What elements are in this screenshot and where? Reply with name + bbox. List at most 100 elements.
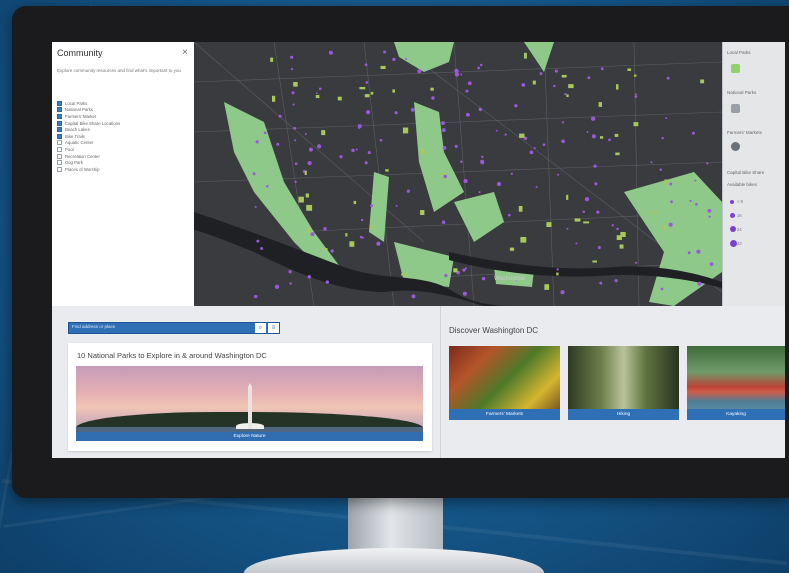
poi-dot	[288, 270, 292, 274]
local-park-patch	[583, 221, 590, 224]
poi-dot	[260, 247, 264, 250]
legend-sub-label: Available bikes	[727, 182, 757, 187]
layer-checkbox[interactable]	[57, 100, 62, 106]
layer-checkbox[interactable]	[57, 140, 62, 146]
poi-dot	[696, 249, 701, 254]
poi-dot	[480, 161, 485, 165]
local-park-patch	[345, 233, 348, 237]
close-icon[interactable]: ×	[182, 47, 188, 58]
search-input[interactable]: Find address or place	[72, 324, 115, 329]
poi-dot	[444, 273, 448, 278]
local-park-patch	[544, 284, 550, 290]
layer-checkbox[interactable]	[57, 133, 62, 139]
local-park-patch	[272, 95, 276, 102]
layer-checkbox[interactable]	[57, 166, 62, 172]
map-canvas[interactable]: Washington	[194, 42, 722, 306]
poi-dot	[410, 108, 415, 112]
discover-tile-markets[interactable]: Farmers' Markets	[449, 346, 560, 420]
local-park-patch	[519, 133, 525, 138]
layer-checkbox[interactable]	[57, 113, 62, 119]
layer-checkbox[interactable]	[57, 153, 62, 159]
search-bar[interactable]: Find address or place ⌕ ≡	[68, 322, 280, 334]
layer-toggle-row[interactable]: Aquatic Center	[57, 140, 120, 147]
article-title[interactable]: 10 National Parks to Explore in & around…	[77, 351, 267, 360]
poi-dot	[383, 50, 387, 54]
layer-toggle-row[interactable]: Dog Park	[57, 159, 120, 166]
local-park-patch	[369, 225, 375, 229]
layer-toggle-row[interactable]: National Parks	[57, 107, 120, 114]
local-park-patch	[546, 222, 552, 227]
layer-toggle-row[interactable]: Recreation Center	[57, 153, 120, 160]
legend-dot-label: 24	[737, 227, 742, 232]
poi-dot	[460, 73, 463, 76]
local-park-patch	[524, 52, 527, 59]
layer-toggle-row[interactable]: Local Parks	[57, 100, 120, 107]
poi-dot	[330, 249, 334, 253]
app-screen: Community × Explore community resources …	[52, 42, 785, 458]
monitor-stand-base	[244, 548, 544, 573]
layer-toggle-row[interactable]: Farmers' Market	[57, 113, 120, 120]
layer-toggle-row[interactable]: Pool	[57, 146, 120, 153]
local-park-patch	[619, 244, 624, 249]
photo-caption: Explore Nature	[76, 432, 423, 441]
layer-checkbox[interactable]	[57, 120, 62, 126]
poi-dot	[582, 210, 586, 214]
poi-dot	[556, 173, 560, 176]
poi-dot	[591, 134, 597, 139]
poi-dot	[535, 186, 538, 189]
local-park-patch	[598, 102, 602, 107]
search-icon[interactable]: ⌕	[255, 323, 266, 333]
local-park-patch	[304, 170, 307, 175]
discover-tile-kayaking[interactable]: Kayaking	[687, 346, 785, 420]
layer-toggle-row[interactable]: Beach Lakes	[57, 126, 120, 133]
panel-description: Explore community resources and find wha…	[57, 68, 181, 73]
poi-dot	[370, 204, 373, 208]
layer-label: Beach Lakes	[65, 127, 90, 133]
map-view[interactable]: Washington	[194, 42, 722, 306]
local-park-patch	[633, 122, 639, 127]
poi-dot	[599, 281, 603, 285]
poi-dot	[694, 179, 697, 182]
legend-item-label: National Parks	[727, 90, 757, 95]
poi-dot	[660, 287, 664, 291]
layer-checkbox[interactable]	[57, 127, 62, 133]
poi-dot	[323, 226, 327, 231]
poi-dot	[376, 241, 381, 246]
street-line	[543, 42, 555, 306]
poi-dot	[608, 138, 611, 142]
poi-dot	[454, 144, 458, 148]
layer-toggle-row[interactable]: Places of Worship	[57, 166, 120, 173]
local-park-patch	[568, 84, 574, 89]
layer-checkbox[interactable]	[57, 146, 62, 152]
article-photo[interactable]: Explore Nature	[76, 366, 423, 441]
layer-checkbox[interactable]	[57, 160, 62, 166]
discover-tile-hiking[interactable]: Hiking	[568, 346, 679, 420]
poi-dot	[596, 210, 600, 214]
menu-icon[interactable]: ≡	[268, 323, 279, 333]
poi-dot	[665, 117, 668, 120]
layer-toggle-row[interactable]: Capital Bike Share Locations	[57, 120, 120, 127]
poi-dot	[566, 227, 569, 230]
layer-toggle-row[interactable]: Bike Trails	[57, 133, 120, 140]
poi-dot	[496, 181, 502, 187]
local-park-patch	[305, 193, 309, 198]
local-park-patch	[453, 268, 458, 273]
layer-checkbox[interactable]	[57, 107, 62, 113]
poi-dot	[510, 172, 513, 175]
local-park-patch	[700, 79, 705, 84]
layer-label: Recreation Center	[65, 153, 100, 159]
poi-dot	[478, 191, 481, 194]
poi-dot	[293, 126, 297, 130]
local-park-patch	[556, 272, 559, 276]
poi-dot	[691, 131, 695, 135]
poi-dot	[481, 155, 484, 159]
poi-dot	[328, 50, 333, 55]
poi-dot	[669, 182, 673, 186]
poi-dot	[464, 267, 467, 270]
article-card[interactable]: 10 National Parks to Explore in & around…	[68, 343, 432, 451]
poi-dot	[291, 91, 295, 95]
poi-dot	[278, 114, 282, 118]
layer-label: Local Parks	[65, 100, 88, 106]
poi-dot	[465, 89, 469, 93]
legend-dot-label: 16	[737, 213, 742, 218]
